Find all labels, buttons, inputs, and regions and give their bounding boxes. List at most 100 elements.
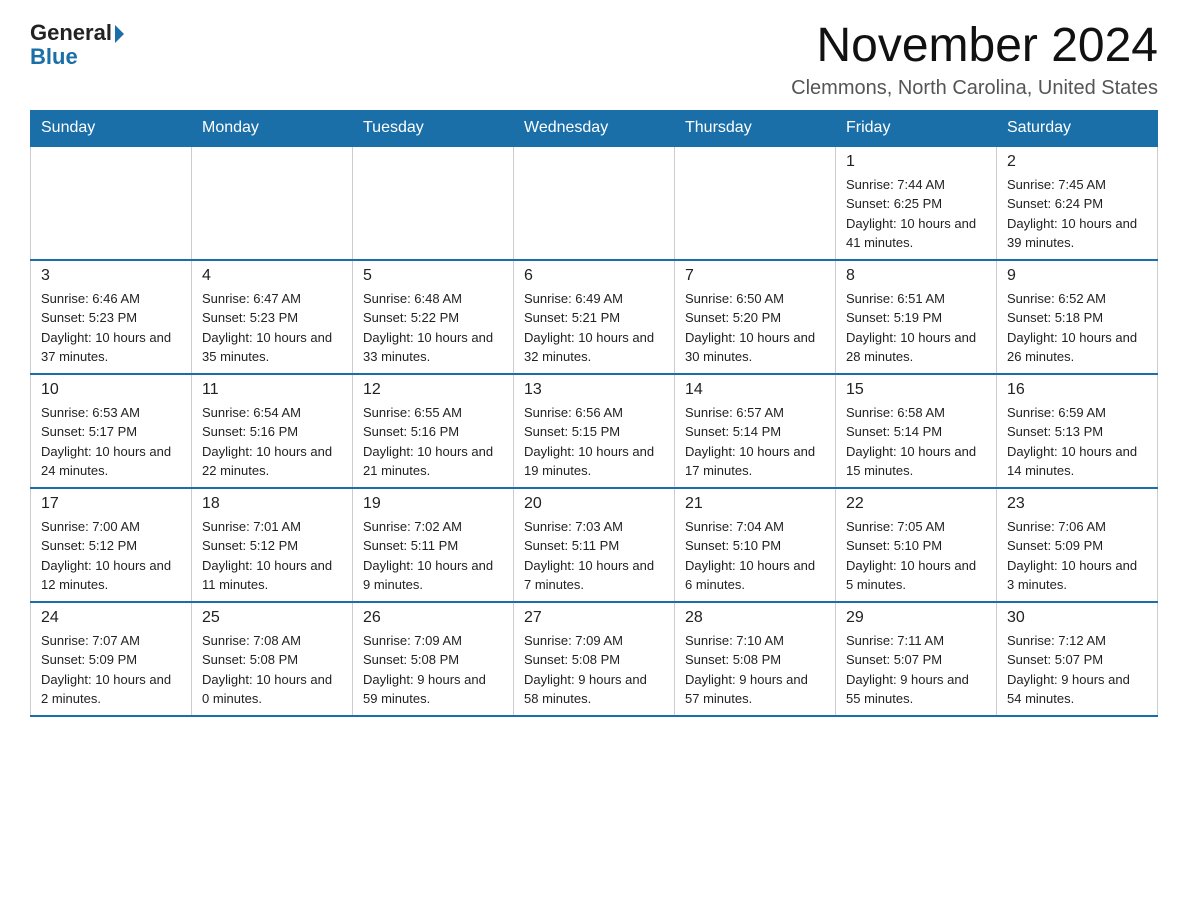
day-info: Sunrise: 7:09 AMSunset: 5:08 PMDaylight:… [524,631,664,709]
calendar-cell: 4 Sunrise: 6:47 AMSunset: 5:23 PMDaylight… [192,260,353,374]
day-number: 15 [846,381,986,399]
day-info: Sunrise: 6:47 AMSunset: 5:23 PMDaylight:… [202,289,342,367]
calendar-cell: 13Sunrise: 6:56 AMSunset: 5:15 PMDayligh… [514,374,675,488]
calendar-cell: 25 Sunrise: 7:08 AMSunset: 5:08 PMDayligh… [192,602,353,716]
calendar-cell [675,146,836,260]
logo: General Blue [30,20,124,68]
title-block: November 2024 Clemmons, North Carolina, … [791,20,1158,100]
day-number: 22 [846,495,986,513]
day-info: Sunrise: 6:49 AMSunset: 5:21 PMDaylight:… [524,289,664,367]
calendar-cell: 11Sunrise: 6:54 AMSunset: 5:16 PMDayligh… [192,374,353,488]
calendar-cell: 27 Sunrise: 7:09 AMSunset: 5:08 PMDayligh… [514,602,675,716]
day-info: Sunrise: 6:56 AMSunset: 5:15 PMDaylight:… [524,403,664,481]
calendar-cell [353,146,514,260]
day-number: 24 [41,609,181,627]
day-number: 20 [524,495,664,513]
calendar-cell: 10 Sunrise: 6:53 AMSunset: 5:17 PMDayligh… [31,374,192,488]
day-info: Sunrise: 7:00 AMSunset: 5:12 PMDaylight:… [41,517,181,595]
main-title: November 2024 [791,20,1158,73]
calendar-week-row: 3 Sunrise: 6:46 AMSunset: 5:23 PMDaylight… [31,260,1158,374]
day-number: 28 [685,609,825,627]
calendar-cell: 30 Sunrise: 7:12 AMSunset: 5:07 PMDayligh… [997,602,1158,716]
day-info: Sunrise: 7:05 AMSunset: 5:10 PMDaylight:… [846,517,986,595]
day-info: Sunrise: 6:53 AMSunset: 5:17 PMDaylight:… [41,403,181,481]
day-info: Sunrise: 7:44 AMSunset: 6:25 PMDaylight:… [846,175,986,253]
calendar-week-row: 10 Sunrise: 6:53 AMSunset: 5:17 PMDayligh… [31,374,1158,488]
day-info: Sunrise: 7:04 AMSunset: 5:10 PMDaylight:… [685,517,825,595]
calendar-weekday-friday: Friday [836,110,997,146]
day-number: 26 [363,609,503,627]
calendar-header-row: SundayMondayTuesdayWednesdayThursdayFrid… [31,110,1158,146]
day-number: 9 [1007,267,1147,285]
day-number: 6 [524,267,664,285]
day-number: 17 [41,495,181,513]
day-info: Sunrise: 6:55 AMSunset: 5:16 PMDaylight:… [363,403,503,481]
calendar-cell: 18 Sunrise: 7:01 AMSunset: 5:12 PMDayligh… [192,488,353,602]
calendar-table: SundayMondayTuesdayWednesdayThursdayFrid… [30,110,1158,717]
calendar-week-row: 24 Sunrise: 7:07 AMSunset: 5:09 PMDayligh… [31,602,1158,716]
calendar-cell: 6 Sunrise: 6:49 AMSunset: 5:21 PMDaylight… [514,260,675,374]
calendar-cell: 16 Sunrise: 6:59 AMSunset: 5:13 PMDayligh… [997,374,1158,488]
day-number: 21 [685,495,825,513]
page-header: General Blue November 2024 Clemmons, Nor… [30,20,1158,100]
day-info: Sunrise: 7:02 AMSunset: 5:11 PMDaylight:… [363,517,503,595]
calendar-weekday-saturday: Saturday [997,110,1158,146]
day-info: Sunrise: 6:50 AMSunset: 5:20 PMDaylight:… [685,289,825,367]
calendar-cell: 15 Sunrise: 6:58 AMSunset: 5:14 PMDayligh… [836,374,997,488]
day-number: 25 [202,609,342,627]
calendar-cell: 8 Sunrise: 6:51 AMSunset: 5:19 PMDaylight… [836,260,997,374]
day-info: Sunrise: 7:08 AMSunset: 5:08 PMDaylight:… [202,631,342,709]
calendar-week-row: 17 Sunrise: 7:00 AMSunset: 5:12 PMDayligh… [31,488,1158,602]
day-info: Sunrise: 7:12 AMSunset: 5:07 PMDaylight:… [1007,631,1147,709]
day-number: 29 [846,609,986,627]
calendar-cell: 19 Sunrise: 7:02 AMSunset: 5:11 PMDayligh… [353,488,514,602]
calendar-cell: 23Sunrise: 7:06 AMSunset: 5:09 PMDayligh… [997,488,1158,602]
calendar-cell: 22 Sunrise: 7:05 AMSunset: 5:10 PMDayligh… [836,488,997,602]
day-number: 4 [202,267,342,285]
calendar-cell: 1 Sunrise: 7:44 AMSunset: 6:25 PMDaylight… [836,146,997,260]
subtitle: Clemmons, North Carolina, United States [791,77,1158,100]
day-info: Sunrise: 7:07 AMSunset: 5:09 PMDaylight:… [41,631,181,709]
day-number: 10 [41,381,181,399]
day-number: 11 [202,381,342,399]
day-info: Sunrise: 6:58 AMSunset: 5:14 PMDaylight:… [846,403,986,481]
calendar-cell: 9 Sunrise: 6:52 AMSunset: 5:18 PMDaylight… [997,260,1158,374]
day-number: 19 [363,495,503,513]
day-number: 2 [1007,153,1147,171]
calendar-cell: 5Sunrise: 6:48 AMSunset: 5:22 PMDaylight… [353,260,514,374]
calendar-week-row: 1 Sunrise: 7:44 AMSunset: 6:25 PMDaylight… [31,146,1158,260]
day-info: Sunrise: 7:10 AMSunset: 5:08 PMDaylight:… [685,631,825,709]
day-number: 1 [846,153,986,171]
calendar-cell [192,146,353,260]
day-info: Sunrise: 7:45 AMSunset: 6:24 PMDaylight:… [1007,175,1147,253]
logo-arrow-icon [115,25,124,43]
day-info: Sunrise: 6:57 AMSunset: 5:14 PMDaylight:… [685,403,825,481]
calendar-cell: 20 Sunrise: 7:03 AMSunset: 5:11 PMDayligh… [514,488,675,602]
calendar-cell: 12Sunrise: 6:55 AMSunset: 5:16 PMDayligh… [353,374,514,488]
day-info: Sunrise: 7:06 AMSunset: 5:09 PMDaylight:… [1007,517,1147,595]
calendar-cell: 14 Sunrise: 6:57 AMSunset: 5:14 PMDayligh… [675,374,836,488]
day-number: 14 [685,381,825,399]
calendar-cell: 3 Sunrise: 6:46 AMSunset: 5:23 PMDaylight… [31,260,192,374]
day-info: Sunrise: 6:51 AMSunset: 5:19 PMDaylight:… [846,289,986,367]
day-info: Sunrise: 6:59 AMSunset: 5:13 PMDaylight:… [1007,403,1147,481]
day-info: Sunrise: 7:03 AMSunset: 5:11 PMDaylight:… [524,517,664,595]
day-info: Sunrise: 6:52 AMSunset: 5:18 PMDaylight:… [1007,289,1147,367]
day-info: Sunrise: 7:11 AMSunset: 5:07 PMDaylight:… [846,631,986,709]
calendar-cell: 2 Sunrise: 7:45 AMSunset: 6:24 PMDaylight… [997,146,1158,260]
day-number: 27 [524,609,664,627]
day-info: Sunrise: 6:46 AMSunset: 5:23 PMDaylight:… [41,289,181,367]
calendar-cell: 28 Sunrise: 7:10 AMSunset: 5:08 PMDayligh… [675,602,836,716]
calendar-weekday-monday: Monday [192,110,353,146]
day-number: 18 [202,495,342,513]
day-number: 8 [846,267,986,285]
day-info: Sunrise: 7:01 AMSunset: 5:12 PMDaylight:… [202,517,342,595]
day-number: 16 [1007,381,1147,399]
day-number: 30 [1007,609,1147,627]
calendar-cell: 26Sunrise: 7:09 AMSunset: 5:08 PMDayligh… [353,602,514,716]
day-number: 7 [685,267,825,285]
calendar-weekday-wednesday: Wednesday [514,110,675,146]
calendar-cell: 7 Sunrise: 6:50 AMSunset: 5:20 PMDaylight… [675,260,836,374]
day-number: 3 [41,267,181,285]
calendar-weekday-tuesday: Tuesday [353,110,514,146]
